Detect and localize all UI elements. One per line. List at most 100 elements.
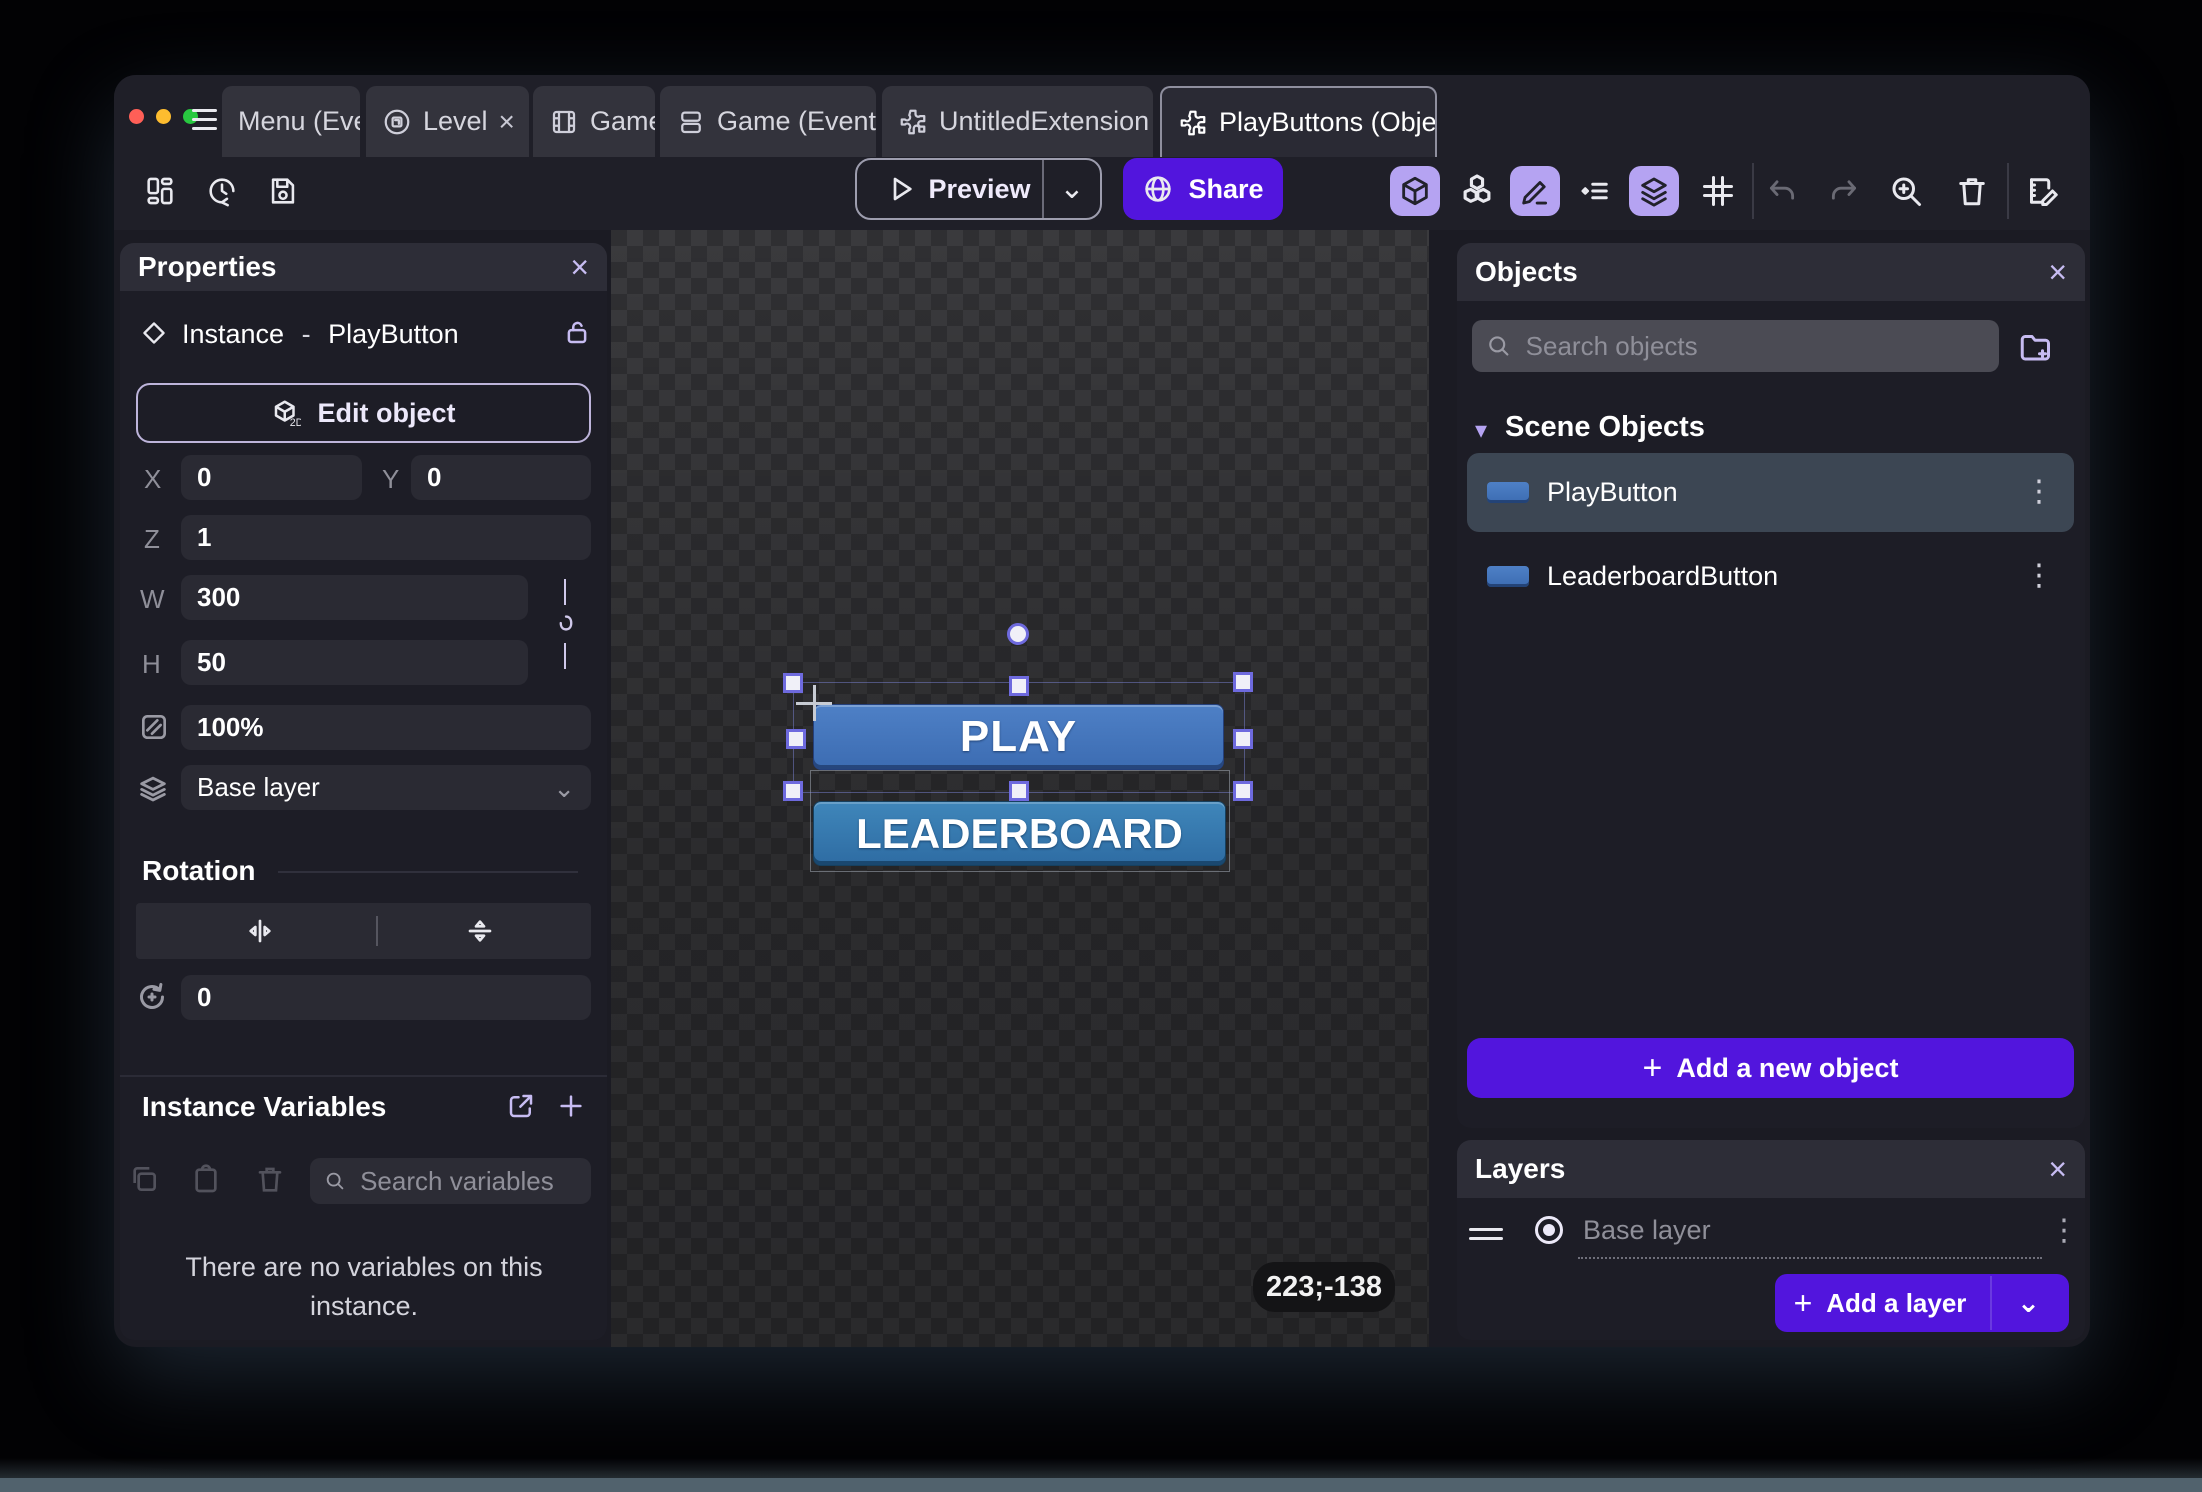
add-layer-button[interactable]: + Add a layer ⌄ — [1775, 1274, 2069, 1332]
scene-icon — [382, 107, 412, 137]
chevron-down-icon: ⌄ — [553, 775, 575, 801]
render-mode-button[interactable] — [1390, 166, 1440, 216]
preview-label: Preview — [917, 174, 1042, 205]
add-object-button[interactable]: + Add a new object — [1467, 1038, 2074, 1098]
layer-name[interactable]: Base layer — [1583, 1215, 1711, 1246]
objects-panel: Objects × ▾ Scene Objects PlayButton ⋮ — [1457, 243, 2085, 1128]
tab-label: Menu (Events) — [238, 106, 360, 137]
caret-down-icon[interactable]: ▾ — [1475, 416, 1487, 445]
film-icon — [549, 107, 579, 137]
search-objects-input[interactable] — [1524, 330, 1985, 363]
project-manager-button[interactable] — [141, 172, 179, 210]
chevron-down-icon[interactable]: ⌄ — [2006, 1289, 2050, 1317]
traffic-light-close-button[interactable] — [129, 109, 144, 124]
flip-vertical-icon[interactable] — [464, 915, 496, 947]
radio-dot — [1543, 1224, 1555, 1236]
preview-button[interactable]: Preview ⌄ — [855, 158, 1102, 220]
instances-list-icon — [1577, 173, 1613, 209]
edit-object-button[interactable]: 2D Edit object — [136, 383, 591, 443]
traffic-light-minimize-button[interactable] — [156, 109, 171, 124]
flip-horizontal-icon[interactable] — [244, 915, 276, 947]
pencil-icon — [1518, 174, 1552, 208]
close-icon[interactable]: × — [2048, 1153, 2067, 1185]
cube-2d-icon: 2D — [271, 398, 301, 428]
instances-list-button[interactable] — [1570, 166, 1620, 216]
object-row-leaderboardbutton[interactable]: LeaderboardButton ⋮ — [1467, 540, 2074, 612]
edit-properties-button[interactable] — [2017, 166, 2067, 216]
layer-visibility-radio[interactable] — [1535, 1216, 1563, 1244]
kebab-menu-icon[interactable]: ⋮ — [2049, 1222, 2079, 1241]
y-field[interactable] — [411, 455, 591, 500]
layers-header: Layers × — [1457, 1140, 2085, 1198]
search-objects-box[interactable] — [1472, 320, 1999, 372]
resize-handle-top-right[interactable] — [1233, 672, 1253, 692]
object-name: LeaderboardButton — [1547, 561, 2006, 592]
tab-game-events[interactable]: Game (Events) × — [660, 86, 876, 157]
unlock-icon[interactable] — [562, 317, 592, 347]
save-button[interactable] — [264, 172, 302, 210]
properties-header: Properties × — [120, 243, 607, 291]
chevron-down-icon[interactable]: ⌄ — [1044, 174, 1100, 204]
edit-mode-button[interactable] — [1510, 166, 1560, 216]
close-icon[interactable]: × — [2048, 256, 2067, 288]
share-button[interactable]: Share — [1123, 158, 1283, 220]
delete-variable-icon[interactable] — [254, 1163, 286, 1195]
z-field[interactable] — [181, 515, 591, 560]
grid-icon — [1700, 173, 1736, 209]
tab-menu-events[interactable]: Menu (Events) × — [222, 86, 360, 157]
copy-icon[interactable] — [128, 1163, 160, 1195]
layers-panel: Layers × Base layer ⋮ + Add a layer ⌄ — [1457, 1140, 2085, 1340]
tab-untitled-extension[interactable]: UntitledExtension × — [882, 86, 1153, 157]
events-sheet-icon — [676, 107, 706, 137]
link-dimensions-icon[interactable] — [552, 609, 580, 637]
z-label: Z — [144, 524, 160, 555]
resize-handle-bottom-left[interactable] — [783, 781, 803, 801]
resize-handle-bottom-right[interactable] — [1233, 781, 1253, 801]
zoom-in-icon — [1888, 173, 1924, 209]
layer-select[interactable]: Base layer ⌄ — [181, 765, 591, 810]
cubes-icon — [1458, 172, 1496, 210]
kebab-menu-icon[interactable]: ⋮ — [2024, 567, 2054, 586]
redo-button[interactable] — [1819, 166, 1869, 216]
opacity-field[interactable] — [181, 705, 591, 750]
kebab-menu-icon[interactable]: ⋮ — [2024, 483, 2054, 502]
resize-handle-top-center[interactable] — [1009, 676, 1029, 696]
add-folder-icon[interactable] — [2017, 329, 2053, 365]
leaderboard-button-object[interactable]: LEADERBOARD — [813, 801, 1226, 866]
delete-button[interactable] — [1947, 166, 1997, 216]
paste-icon[interactable] — [190, 1163, 222, 1195]
history-button[interactable] — [203, 172, 241, 210]
w-field[interactable] — [181, 575, 528, 620]
undo-button[interactable] — [1757, 166, 1807, 216]
layer-drag-handle[interactable] — [1469, 1222, 1503, 1246]
scene-canvas[interactable]: PLAY LEADERBOARD 223;-138 — [611, 230, 1429, 1347]
search-variables-input[interactable] — [358, 1165, 577, 1198]
close-icon[interactable]: × — [499, 108, 515, 136]
resize-handle-top-left[interactable] — [783, 673, 803, 693]
undo-icon — [1765, 174, 1799, 208]
add-variable-icon[interactable] — [556, 1091, 586, 1121]
h-field[interactable] — [181, 640, 528, 685]
layers-mode-button[interactable] — [1629, 166, 1679, 216]
tab-label: PlayButtons (Object) — [1219, 107, 1437, 138]
svg-text:2D: 2D — [290, 417, 301, 428]
object-row-playbutton[interactable]: PlayButton ⋮ — [1467, 453, 2074, 532]
resize-handle-bottom-center[interactable] — [1009, 781, 1029, 801]
objects-mode-button[interactable] — [1452, 166, 1502, 216]
angle-field[interactable] — [181, 975, 591, 1020]
zoom-button[interactable] — [1881, 166, 1931, 216]
open-in-window-icon[interactable] — [506, 1091, 536, 1121]
search-variables-box[interactable] — [310, 1158, 591, 1204]
resize-handle-middle-right[interactable] — [1233, 729, 1253, 749]
resize-handle-middle-left[interactable] — [786, 729, 806, 749]
grid-button[interactable] — [1693, 166, 1743, 216]
hamburger-menu-button[interactable] — [192, 103, 217, 136]
tab-level[interactable]: Level × — [366, 86, 529, 157]
tab-playbuttons-object[interactable]: PlayButtons (Object) × — [1160, 86, 1437, 157]
x-field[interactable] — [181, 455, 362, 500]
origin-crosshair — [813, 685, 816, 721]
rotate-handle[interactable] — [1007, 623, 1029, 645]
close-icon[interactable]: × — [570, 251, 589, 283]
tab-game[interactable]: Game × — [533, 86, 655, 157]
layers-title: Layers — [1475, 1153, 1565, 1185]
